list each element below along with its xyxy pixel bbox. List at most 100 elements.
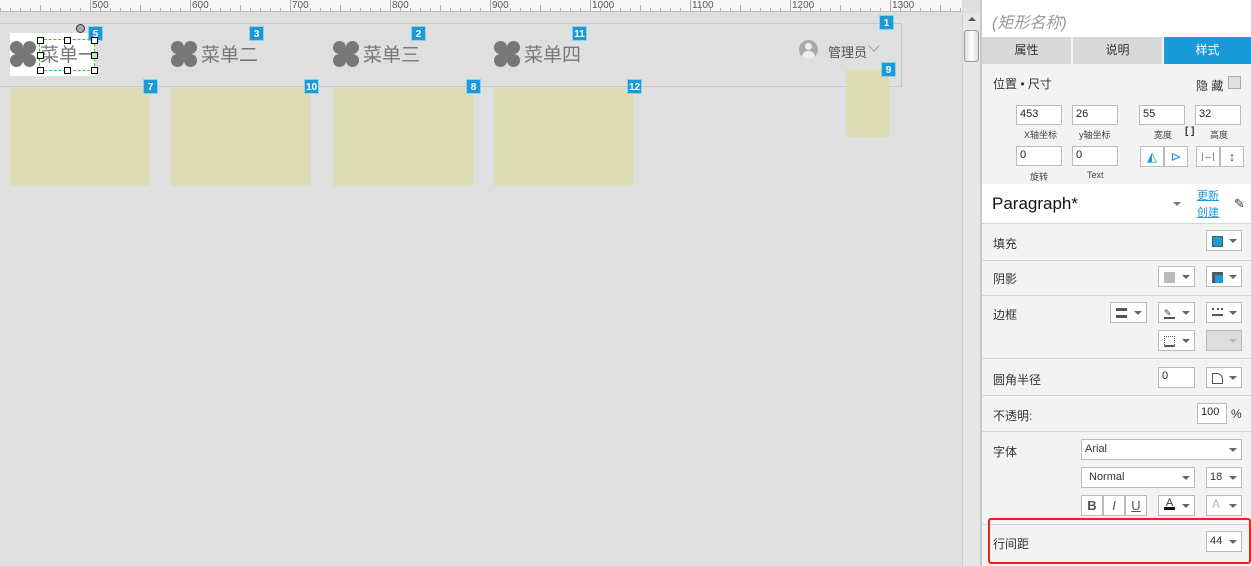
ruler-tick (860, 8, 861, 11)
ruler-label: 1100 (692, 0, 714, 11)
ruler-tick (210, 8, 211, 11)
tab-style[interactable]: 样式 (1164, 37, 1251, 64)
fill-label: 填充 (993, 237, 1018, 251)
font-label: 字体 (993, 445, 1018, 459)
ruler-tick (60, 8, 61, 11)
font-size-select[interactable]: 18 (1206, 467, 1242, 488)
corner-style-picker[interactable] (1206, 367, 1242, 388)
italic-button[interactable]: I (1103, 495, 1125, 516)
vertical-scrollbar[interactable] (962, 13, 980, 566)
ruler-tick (640, 5, 641, 11)
style-name[interactable]: Paragraph* (992, 194, 1078, 214)
font-weight-select[interactable]: Normal (1081, 467, 1195, 488)
widget-name-field[interactable]: (矩形名称) (992, 9, 1067, 33)
ruler-tick (230, 8, 231, 11)
edit-style-icon[interactable]: ✎ (1234, 196, 1245, 212)
tab-properties[interactable]: 属性 (982, 37, 1071, 64)
nav-bar-widget[interactable] (0, 23, 902, 87)
clover-icon (494, 40, 520, 67)
horizontal-ruler: 05006007008009001000110012001300 (0, 0, 962, 12)
user-avatar-icon (799, 40, 818, 59)
x-coordinate-input[interactable]: 453 (1016, 105, 1062, 125)
ruler-label: 600 (192, 0, 209, 11)
user-dropdown-panel[interactable] (846, 70, 889, 137)
submenu-panel[interactable] (494, 88, 633, 186)
ruler-tick (550, 8, 551, 11)
y-coordinate-input[interactable]: 26 (1072, 105, 1118, 125)
submenu-panel[interactable] (10, 88, 150, 186)
widget-badge: 3 (249, 26, 264, 41)
ruler-tick (260, 8, 261, 11)
flip-horizontal-icon[interactable]: ◭ (1140, 146, 1164, 167)
ruler-tick (270, 8, 271, 11)
scrollbar-thumb[interactable] (964, 30, 979, 62)
y-label: y轴坐标 (1079, 130, 1111, 140)
ruler-tick (540, 5, 541, 11)
ruler-tick (780, 8, 781, 11)
ruler-tick (940, 5, 941, 11)
ruler-tick (720, 8, 721, 11)
opacity-input[interactable]: 100 (1197, 403, 1227, 424)
bold-button[interactable]: B (1081, 495, 1103, 516)
arrow-style-picker[interactable] (1206, 330, 1242, 351)
text-rotation-input[interactable]: 0 (1072, 146, 1118, 166)
hide-checkbox[interactable] (1228, 76, 1241, 89)
ruler-tick (520, 8, 521, 11)
distribute-vertical-icon[interactable]: ↕ (1220, 146, 1244, 167)
width-input[interactable]: 55 (1139, 105, 1185, 125)
widget-badge: 11 (572, 26, 587, 41)
border-sides-picker[interactable] (1158, 330, 1195, 351)
submenu-panel[interactable] (333, 88, 473, 186)
scroll-up-icon[interactable] (968, 17, 976, 21)
resize-handle[interactable] (37, 37, 44, 44)
x-label: X轴坐标 (1024, 130, 1058, 140)
tab-notes[interactable]: 说明 (1073, 37, 1162, 64)
ruler-tick (760, 8, 761, 11)
update-style-link[interactable]: 更新 (1197, 187, 1219, 203)
resize-handle[interactable] (91, 52, 98, 59)
ruler-tick (220, 8, 221, 11)
user-name[interactable]: 管理员 (828, 42, 867, 61)
text-shadow-picker[interactable]: A (1206, 495, 1242, 516)
resize-handle[interactable] (91, 67, 98, 74)
outer-shadow-picker[interactable] (1158, 266, 1195, 287)
border-style-picker[interactable] (1206, 302, 1242, 323)
submenu-panel[interactable] (171, 88, 311, 186)
flip-vertical-icon[interactable]: ⊳ (1164, 146, 1188, 167)
resize-handle[interactable] (37, 67, 44, 74)
ruler-tick (930, 8, 931, 11)
border-color-picker[interactable]: ✎ (1158, 302, 1195, 323)
ruler-tick (830, 8, 831, 11)
underline-button[interactable]: U (1125, 495, 1147, 516)
corner-radius-input[interactable]: 0 (1158, 367, 1195, 388)
ruler-tick (370, 8, 371, 11)
fill-color-picker[interactable] (1206, 230, 1242, 251)
font-color-picker[interactable]: A (1158, 495, 1195, 516)
menu-item[interactable]: 菜单四 (494, 40, 581, 67)
menu-item[interactable]: 菜单二 (171, 40, 258, 67)
distribute-horizontal-icon[interactable]: |↔| (1196, 146, 1220, 167)
line-spacing-select[interactable]: 44 (1206, 531, 1242, 552)
resize-handle[interactable] (64, 67, 71, 74)
position-size-label: 位置 • 尺寸 (993, 77, 1052, 91)
border-thickness-picker[interactable] (1110, 302, 1147, 323)
inner-shadow-picker[interactable] (1206, 266, 1242, 287)
ruler-tick (30, 8, 31, 11)
rotate-handle[interactable] (76, 24, 85, 33)
resize-handle[interactable] (37, 52, 44, 59)
create-style-link[interactable]: 创建 (1197, 204, 1219, 220)
resize-handle[interactable] (64, 37, 71, 44)
lock-ratio-icon[interactable]: [ ] (1185, 126, 1194, 137)
ruler-tick (630, 8, 631, 11)
ruler-label: 1200 (792, 0, 815, 11)
height-input[interactable]: 32 (1195, 105, 1241, 125)
resize-handle[interactable] (91, 37, 98, 44)
menu-item[interactable]: 菜单三 (333, 40, 420, 67)
ruler-tick (180, 8, 181, 11)
rotation-input[interactable]: 0 (1016, 146, 1062, 166)
ruler-tick (310, 8, 311, 11)
ruler-tick (140, 5, 141, 11)
font-family-select[interactable]: Arial (1081, 439, 1242, 460)
ruler-tick (70, 8, 71, 11)
style-dropdown-icon[interactable] (1173, 202, 1181, 206)
